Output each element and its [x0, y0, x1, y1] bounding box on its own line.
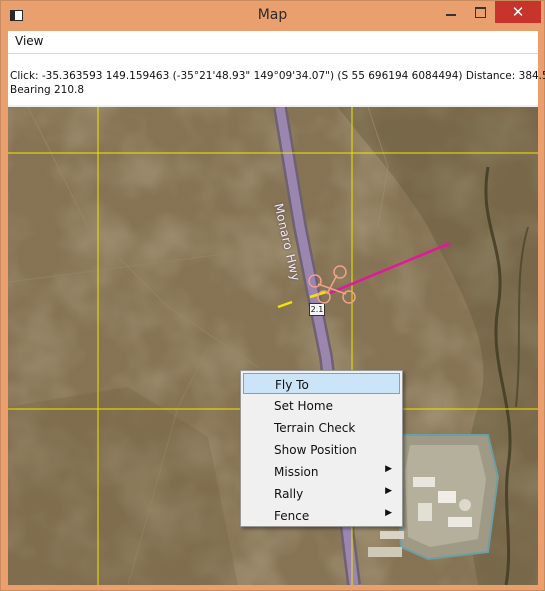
menu-item-fly-to[interactable]: Fly To [243, 373, 400, 394]
menu-item-show-position[interactable]: Show Position [243, 439, 400, 460]
maximize-button[interactable] [466, 1, 494, 23]
menu-item-fence[interactable]: Fence ▶ [243, 505, 400, 526]
menu-item-label: Set Home [274, 399, 333, 413]
map-window: Map ✕ View Click: -35.363593 149.159463 … [0, 0, 545, 591]
title-bar[interactable]: Map ✕ [1, 1, 544, 31]
menu-item-label: Terrain Check [274, 421, 356, 435]
bearing-text: Bearing 210.8 [10, 84, 85, 96]
minimize-button[interactable] [437, 1, 465, 23]
menu-item-set-home[interactable]: Set Home [243, 395, 400, 416]
target-marker: × [444, 240, 452, 251]
minimize-icon [446, 14, 456, 16]
submenu-arrow-icon: ▶ [385, 508, 392, 518]
submenu-arrow-icon: ▶ [385, 486, 392, 496]
info-panel: Click: -35.363593 149.159463 (-35°21'48.… [8, 54, 545, 105]
click-coordinates-text: Click: -35.363593 149.159463 (-35°21'48.… [10, 70, 545, 82]
submenu-arrow-icon: ▶ [385, 464, 392, 474]
map-canvas[interactable]: Monaro Hwy 2.1 × Fly To Set Home Terrain… [8, 107, 538, 585]
menu-item-rally[interactable]: Rally ▶ [243, 483, 400, 504]
maximize-icon [475, 7, 486, 18]
menu-item-label: Rally [274, 487, 304, 501]
menu-item-label: Show Position [274, 443, 357, 457]
menu-item-mission[interactable]: Mission ▶ [243, 461, 400, 482]
menu-bar: View [8, 31, 538, 54]
menu-item-label: Fence [274, 509, 310, 523]
menu-item-terrain-check[interactable]: Terrain Check [243, 417, 400, 438]
flight-path-line [329, 242, 449, 295]
heading-marker [277, 300, 293, 309]
menu-view[interactable]: View [15, 34, 43, 48]
client-area: View Click: -35.363593 149.159463 (-35°2… [8, 31, 545, 585]
close-icon: ✕ [511, 3, 525, 21]
context-menu: Fly To Set Home Terrain Check Show Posit… [240, 370, 403, 527]
menu-item-label: Fly To [275, 378, 309, 392]
close-button[interactable]: ✕ [495, 1, 541, 23]
menu-item-label: Mission [274, 465, 319, 479]
